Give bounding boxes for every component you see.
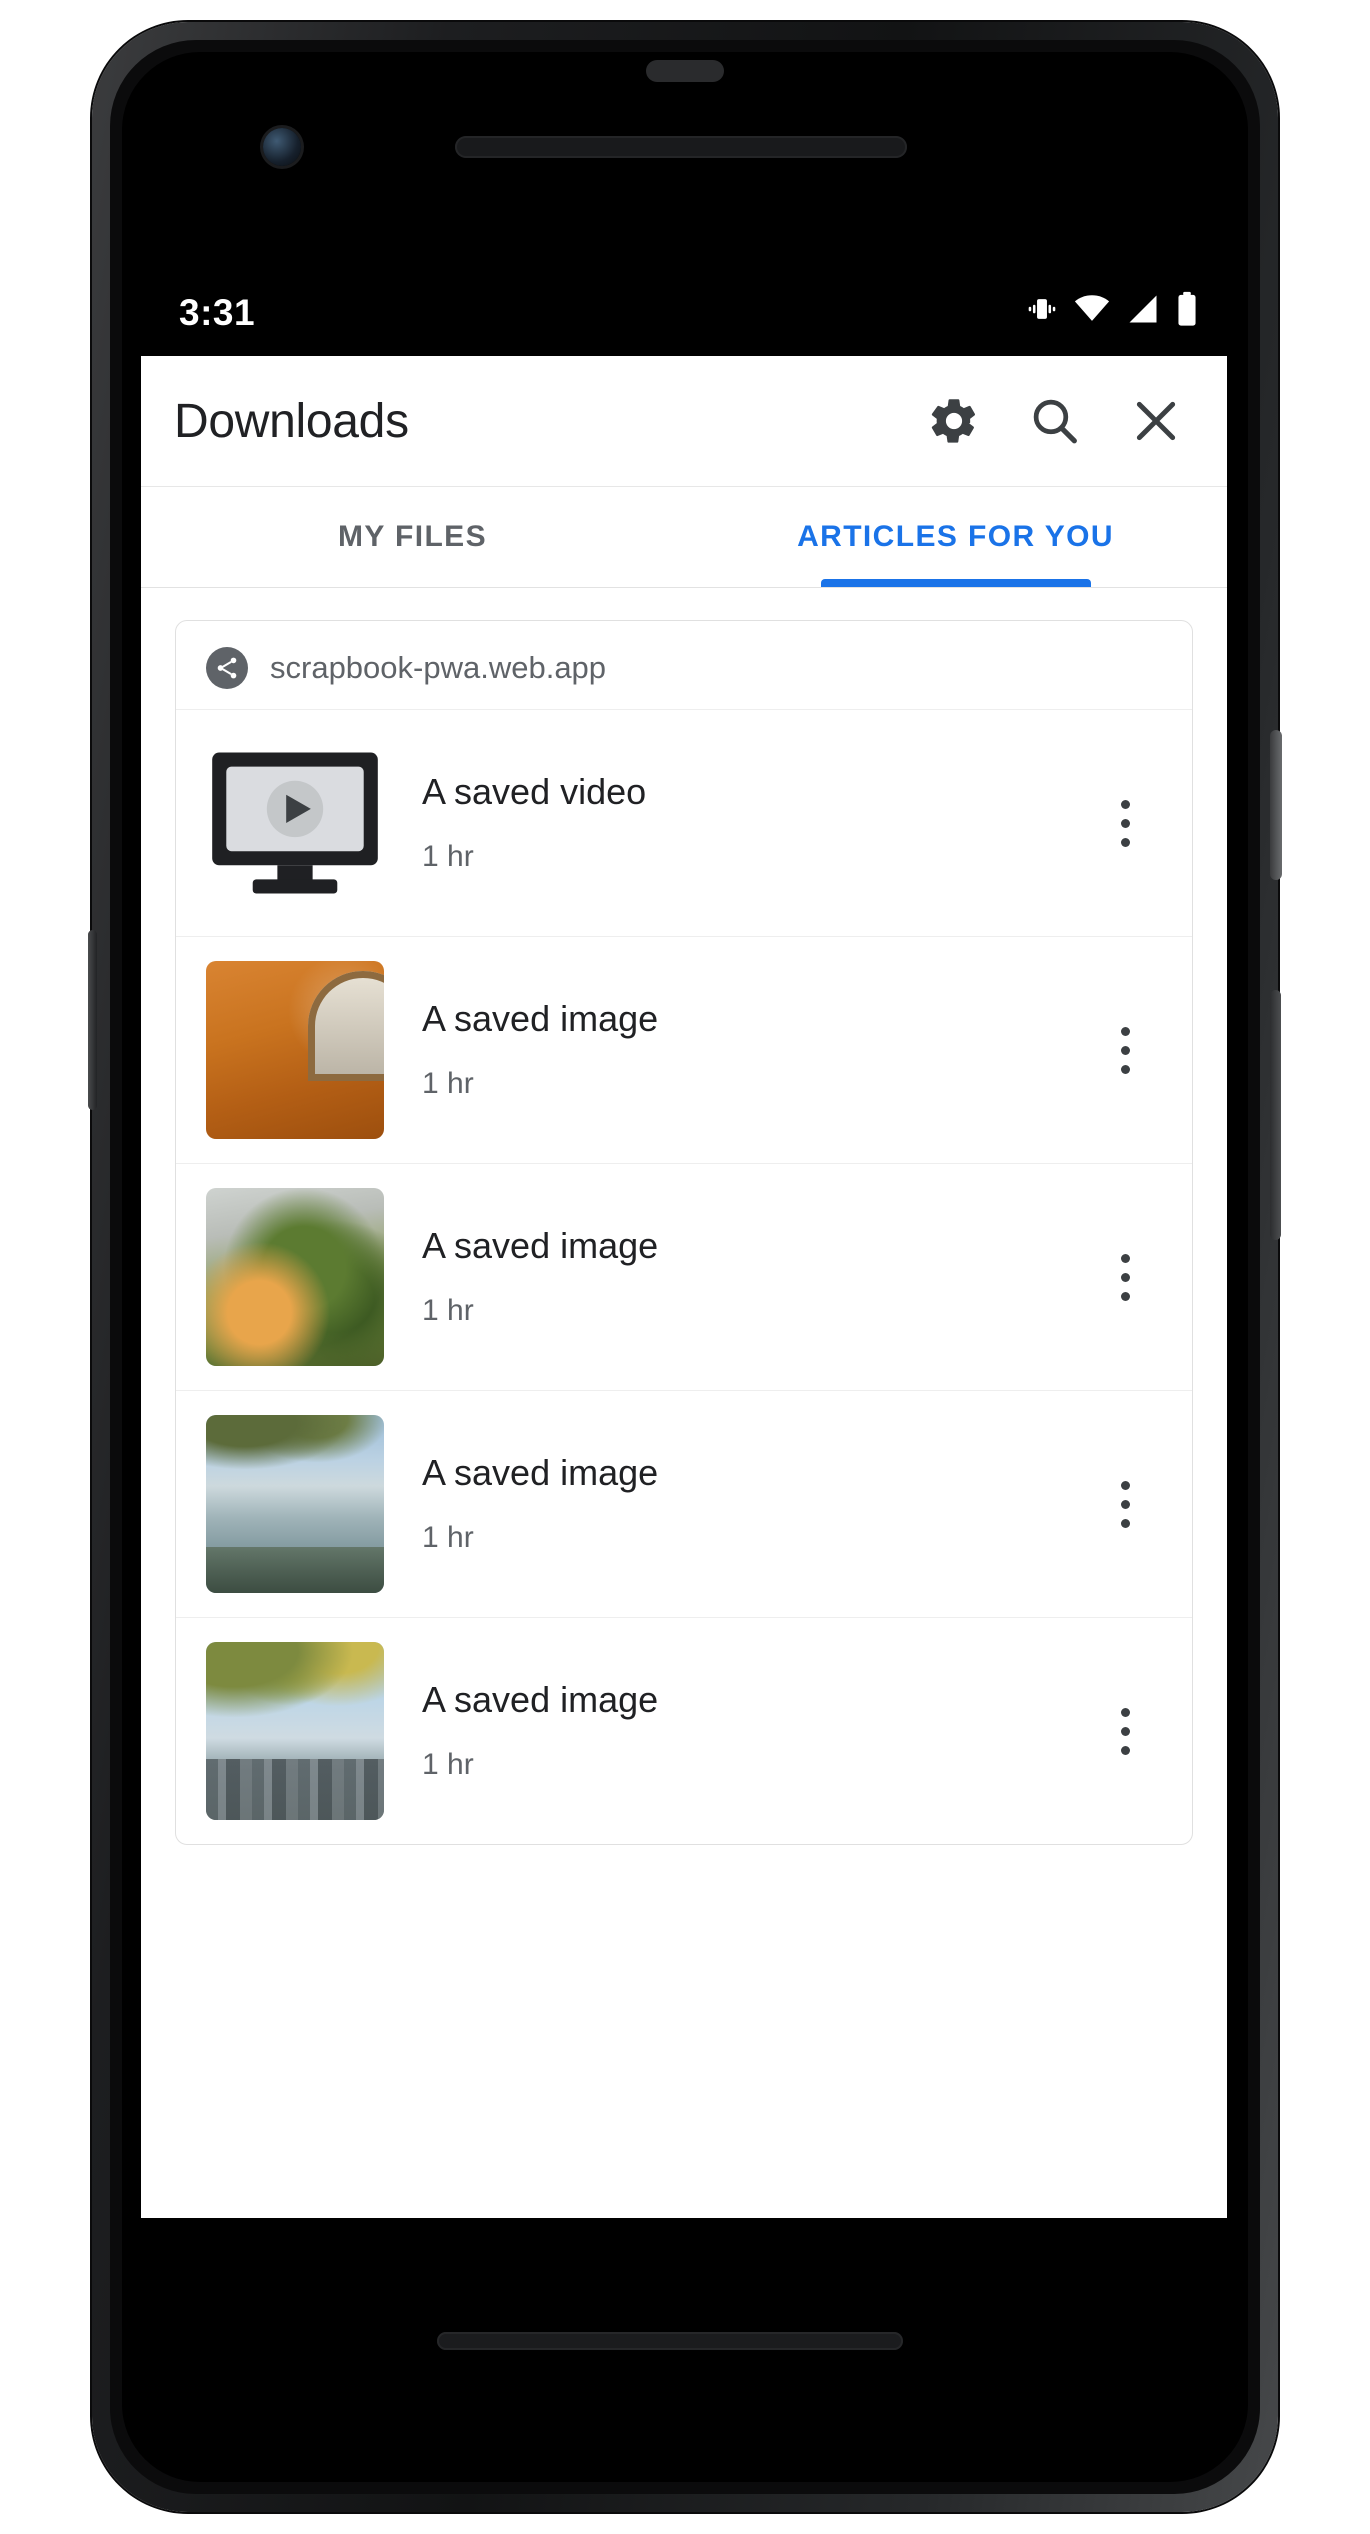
page-title: Downloads <box>174 394 409 448</box>
list-item-title: A saved image <box>422 998 659 1040</box>
status-bar: 3:31 <box>141 272 1227 356</box>
system-navigation-area <box>141 2218 1227 2298</box>
close-button[interactable] <box>1127 392 1185 450</box>
list-item[interactable]: A saved video 1 hr <box>176 709 1192 936</box>
list-item-subtitle: 1 hr <box>422 1066 474 1100</box>
list-item-subtitle: 1 hr <box>422 1293 474 1327</box>
list-item[interactable]: A saved image 1 hr <box>176 1617 1192 1844</box>
downloads-list: scrapbook-pwa.web.app A saved video 1 hr… <box>141 588 1227 2218</box>
screenshot-stage: 3:31 Downloads MY FILES ARTICLES FOR YOU… <box>0 0 1370 2534</box>
list-item-text: A saved image 1 hr <box>384 1680 1094 1782</box>
list-item-text: A saved image 1 hr <box>384 1453 1094 1555</box>
overflow-menu-icon[interactable] <box>1094 1011 1156 1089</box>
tab-my-files[interactable]: MY FILES <box>141 487 684 587</box>
lake-shore-photo <box>206 1415 384 1593</box>
list-item-title: A saved video <box>422 771 647 813</box>
video-placeholder-icon <box>206 734 384 912</box>
list-item-text: A saved video 1 hr <box>384 772 1094 874</box>
list-item[interactable]: A saved image 1 hr <box>176 1163 1192 1390</box>
overflow-menu-icon[interactable] <box>1094 1692 1156 1770</box>
list-item-subtitle: 1 hr <box>422 839 474 873</box>
search-icon <box>1033 399 1077 444</box>
list-item[interactable]: A saved image 1 hr <box>176 1390 1192 1617</box>
close-icon <box>1136 401 1176 441</box>
status-icon-group <box>1025 290 1199 328</box>
overflow-menu-icon[interactable] <box>1094 784 1156 862</box>
list-item-text: A saved image 1 hr <box>384 1226 1094 1328</box>
left-side-button[interactable] <box>88 930 97 1110</box>
city-skyline-photo <box>206 1642 384 1820</box>
overflow-menu-icon[interactable] <box>1094 1465 1156 1543</box>
overflow-menu-icon[interactable] <box>1094 1238 1156 1316</box>
earpiece-speaker <box>455 136 907 158</box>
settings-button[interactable] <box>925 392 983 450</box>
origin-card: scrapbook-pwa.web.app A saved video 1 hr… <box>175 620 1193 1845</box>
list-item-subtitle: 1 hr <box>422 1747 474 1781</box>
volume-button[interactable] <box>1270 990 1281 1240</box>
signal-icon <box>1129 295 1157 323</box>
orange-wall-photo <box>206 961 384 1139</box>
card-header: scrapbook-pwa.web.app <box>176 621 1192 709</box>
app-screen: Downloads MY FILES ARTICLES FOR YOU scra… <box>141 356 1227 2218</box>
origin-label: scrapbook-pwa.web.app <box>270 650 607 685</box>
power-button[interactable] <box>1270 730 1282 880</box>
vibrate-icon <box>1028 299 1056 319</box>
search-button[interactable] <box>1026 392 1084 450</box>
front-camera <box>263 128 301 166</box>
list-item-subtitle: 1 hr <box>422 1520 474 1554</box>
app-bar-actions <box>925 392 1185 450</box>
list-item-title: A saved image <box>422 1452 659 1494</box>
wifi-icon <box>1074 295 1110 321</box>
list-item-title: A saved image <box>422 1225 659 1267</box>
list-item-title: A saved image <box>422 1679 659 1721</box>
bottom-speaker-grille <box>437 2332 903 2350</box>
top-speaker-grille <box>646 60 724 82</box>
tab-articles-for-you[interactable]: ARTICLES FOR YOU <box>684 487 1227 587</box>
battery-icon <box>1178 291 1196 326</box>
list-item-text: A saved image 1 hr <box>384 999 1094 1101</box>
share-icon <box>206 647 248 689</box>
avocado-toast-photo <box>206 1188 384 1366</box>
tab-bar: MY FILES ARTICLES FOR YOU <box>141 487 1227 588</box>
gear-icon <box>931 399 976 443</box>
app-bar: Downloads <box>141 356 1227 487</box>
status-time: 3:31 <box>179 292 256 333</box>
list-item[interactable]: A saved image 1 hr <box>176 936 1192 1163</box>
